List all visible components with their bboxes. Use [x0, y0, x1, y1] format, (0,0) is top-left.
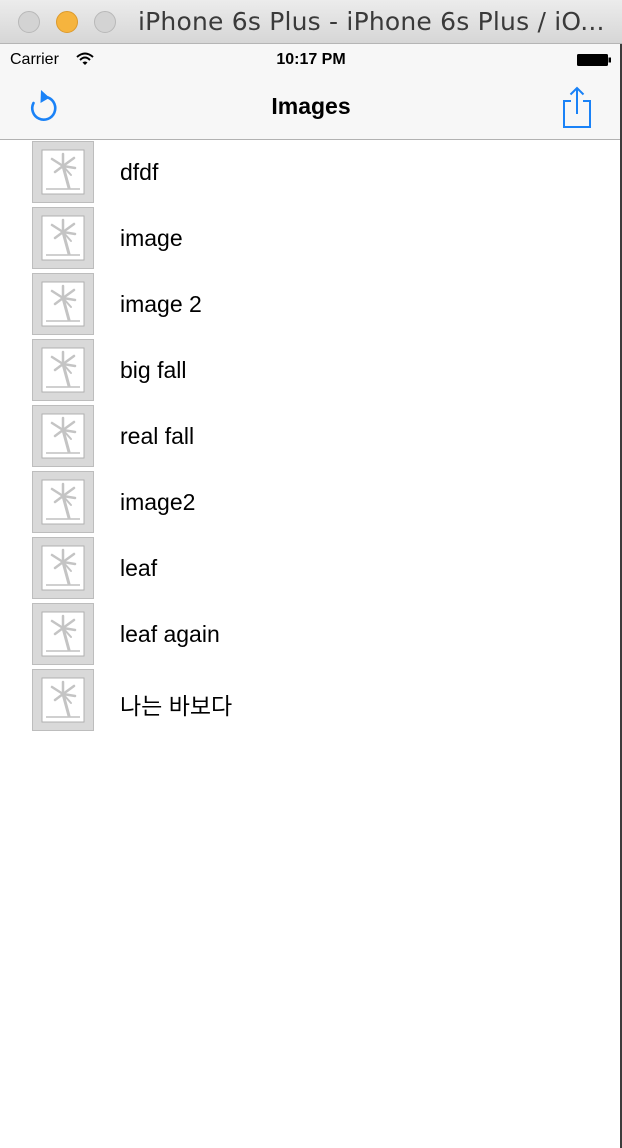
list-item[interactable]: 나는 바보다 [0, 668, 620, 734]
image-placeholder-thumbnail [32, 669, 94, 731]
palm-tree-icon [41, 215, 85, 261]
status-bar: Carrier 10:17 PM [0, 44, 622, 76]
image-name-label: 나는 바보다 [120, 693, 233, 719]
image-name-label: real fall [120, 423, 195, 449]
zoom-window-button[interactable] [94, 11, 116, 33]
image-name-label: big fall [120, 357, 187, 383]
status-time: 10:17 PM [276, 51, 346, 68]
palm-tree-icon [41, 149, 85, 195]
image-placeholder-thumbnail [32, 273, 94, 335]
image-placeholder-thumbnail [32, 471, 94, 533]
list-item[interactable]: image2 [0, 470, 620, 536]
palm-tree-icon [41, 611, 85, 657]
palm-tree-icon [41, 677, 85, 723]
palm-tree-icon [41, 347, 85, 393]
image-placeholder-thumbnail [32, 603, 94, 665]
share-button[interactable] [556, 84, 598, 130]
palm-tree-icon [41, 545, 85, 591]
list-item[interactable]: real fall [0, 404, 620, 470]
image-placeholder-thumbnail [32, 207, 94, 269]
minimize-window-button[interactable] [56, 11, 78, 33]
image-name-label: leaf again [120, 621, 220, 647]
list-item[interactable]: image 2 [0, 272, 620, 338]
image-placeholder-thumbnail [32, 339, 94, 401]
battery-icon [577, 54, 611, 66]
close-window-button[interactable] [18, 11, 40, 33]
image-name-label: leaf [120, 555, 158, 581]
page-title: Images [271, 93, 351, 119]
list-item[interactable]: image [0, 206, 620, 272]
image-name-label: dfdf [120, 159, 159, 185]
image-name-label: image [120, 225, 183, 251]
window-titlebar: iPhone 6s Plus - iPhone 6s Plus / iO... [0, 0, 622, 44]
list-item[interactable]: dfdf [0, 140, 620, 206]
navigation-bar: Images [0, 76, 622, 140]
list-item[interactable]: leaf again [0, 602, 620, 668]
images-list: dfdf image image 2 big fall real fall im… [0, 140, 620, 734]
image-placeholder-thumbnail [32, 537, 94, 599]
image-name-label: image2 [120, 489, 196, 515]
image-name-label: image 2 [120, 291, 202, 317]
list-item[interactable]: big fall [0, 338, 620, 404]
image-placeholder-thumbnail [32, 141, 94, 203]
window-title: iPhone 6s Plus - iPhone 6s Plus / iO... [138, 7, 605, 36]
palm-tree-icon [41, 479, 85, 525]
palm-tree-icon [41, 413, 85, 459]
share-icon [563, 86, 591, 128]
list-item[interactable]: leaf [0, 536, 620, 602]
image-placeholder-thumbnail [32, 405, 94, 467]
palm-tree-icon [41, 281, 85, 327]
